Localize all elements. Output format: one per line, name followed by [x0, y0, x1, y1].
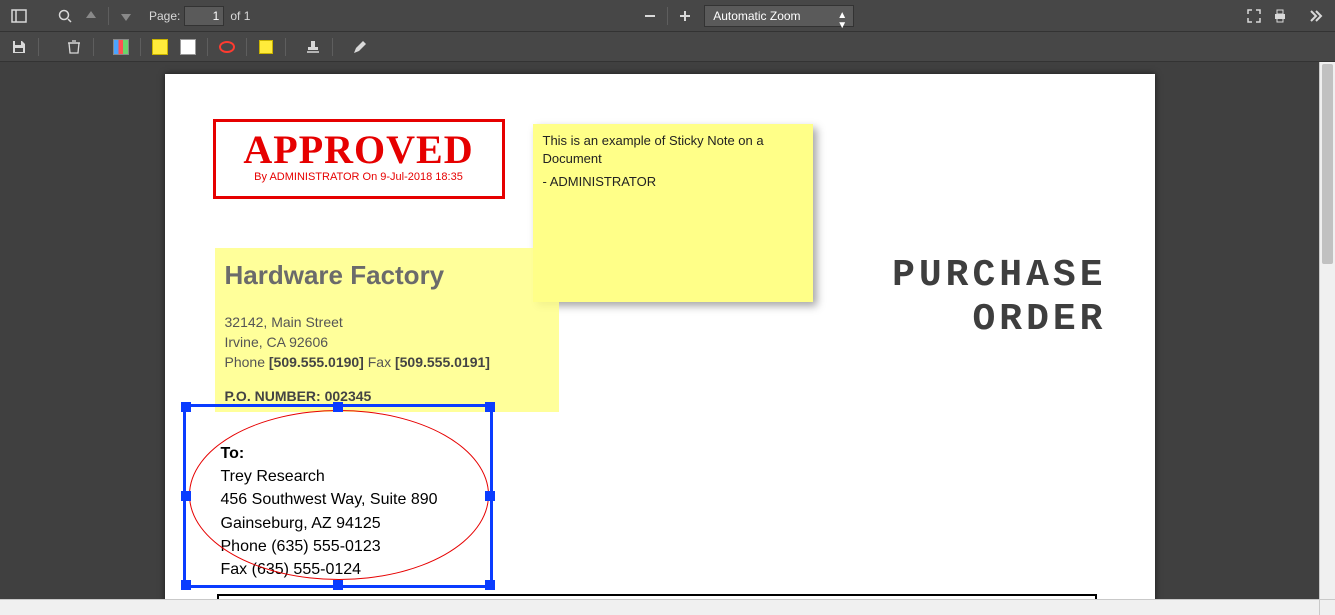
rectangle-icon — [180, 39, 196, 55]
print-icon — [1272, 8, 1288, 24]
separator — [246, 38, 247, 56]
highlight-icon — [152, 39, 168, 55]
trash-icon — [66, 39, 82, 55]
resize-handle-bl[interactable] — [181, 580, 191, 590]
phone-value: [509.555.0190] — [269, 354, 364, 370]
arrow-up-icon — [83, 8, 99, 24]
search-icon — [57, 8, 73, 24]
page-label: Page: — [149, 9, 180, 23]
annotation-selection-box[interactable] — [183, 404, 493, 588]
title-line-1: PURCHASE — [892, 254, 1106, 298]
separator — [38, 38, 39, 56]
separator — [140, 38, 141, 56]
sticky-note-tool-button[interactable] — [253, 35, 279, 59]
pdf-main-toolbar: Page: of 1 Automatic Zoom ▲▼ — [0, 0, 1335, 32]
ellipse-icon — [219, 41, 235, 53]
chevron-updown-icon: ▲▼ — [837, 11, 847, 31]
title-line-2: ORDER — [892, 298, 1106, 342]
resize-handle-tl[interactable] — [181, 402, 191, 412]
company-name: Hardware Factory — [225, 260, 490, 291]
resize-handle-tr[interactable] — [485, 402, 495, 412]
page-number-input[interactable] — [184, 6, 224, 26]
print-button[interactable] — [1267, 4, 1293, 28]
fullscreen-icon — [1246, 8, 1262, 24]
fax-label: Fax — [364, 354, 395, 370]
draw-tool-button[interactable] — [347, 35, 373, 59]
company-city: Irvine, CA 92606 — [225, 333, 490, 353]
sidebar-toggle-button[interactable] — [6, 4, 32, 28]
save-annotations-button[interactable] — [6, 35, 32, 59]
company-street: 32142, Main Street — [225, 313, 490, 333]
stamp-icon — [305, 39, 321, 55]
presentation-button[interactable] — [1241, 4, 1267, 28]
scrollbar-thumb[interactable] — [1322, 64, 1333, 264]
sticky-note-annotation[interactable]: This is an example of Sticky Note on a D… — [533, 124, 813, 302]
company-info: Hardware Factory 32142, Main Street Irvi… — [225, 260, 490, 404]
tools-menu-button[interactable] — [1303, 4, 1329, 28]
zoom-in-button[interactable] — [672, 4, 698, 28]
delete-annotation-button[interactable] — [61, 35, 87, 59]
zoom-out-button[interactable] — [637, 4, 663, 28]
resize-handle-br[interactable] — [485, 580, 495, 590]
document-title: PURCHASE ORDER — [892, 254, 1106, 341]
vertical-scrollbar[interactable] — [1319, 62, 1335, 599]
separator — [667, 7, 668, 25]
resize-handle-tm[interactable] — [333, 402, 343, 412]
search-button[interactable] — [52, 4, 78, 28]
save-icon — [11, 39, 27, 55]
resize-handle-mr[interactable] — [485, 491, 495, 501]
stamp-tool-button[interactable] — [300, 35, 326, 59]
sticky-note-icon — [259, 40, 273, 54]
page-total-label: of 1 — [230, 9, 250, 23]
color-palette-icon — [113, 39, 129, 55]
pdf-viewer[interactable]: APPROVED By ADMINISTRATOR On 9-Jul-2018 … — [0, 62, 1319, 615]
arrow-down-icon — [118, 8, 134, 24]
area-select-tool-button[interactable] — [175, 35, 201, 59]
sidebar-icon — [11, 8, 27, 24]
scrollbar-corner — [1319, 599, 1335, 615]
po-label: P.O. NUMBER: — [225, 388, 325, 404]
prev-page-button[interactable] — [78, 4, 104, 28]
pdf-annotation-toolbar — [0, 32, 1335, 62]
approved-stamp-annotation[interactable]: APPROVED By ADMINISTRATOR On 9-Jul-2018 … — [213, 119, 505, 199]
separator — [332, 38, 333, 56]
separator — [108, 7, 109, 25]
stamp-subtitle: By ADMINISTRATOR On 9-Jul-2018 18:35 — [216, 171, 502, 183]
sticky-note-text: This is an example of Sticky Note on a D… — [543, 132, 803, 167]
plus-icon — [677, 8, 693, 24]
pdf-page[interactable]: APPROVED By ADMINISTRATOR On 9-Jul-2018 … — [165, 74, 1155, 615]
horizontal-scrollbar[interactable] — [0, 599, 1319, 615]
highlight-tool-button[interactable] — [147, 35, 173, 59]
color-picker-button[interactable] — [108, 35, 134, 59]
minus-icon — [642, 8, 658, 24]
next-page-button[interactable] — [113, 4, 139, 28]
phone-label: Phone — [225, 354, 269, 370]
ellipse-tool-button[interactable] — [214, 35, 240, 59]
fax-value: [509.555.0191] — [395, 354, 490, 370]
sticky-note-author: - ADMINISTRATOR — [543, 173, 803, 191]
separator — [285, 38, 286, 56]
resize-handle-ml[interactable] — [181, 491, 191, 501]
zoom-select[interactable]: Automatic Zoom ▲▼ — [704, 5, 854, 27]
separator — [93, 38, 94, 56]
stamp-title: APPROVED — [216, 126, 502, 173]
separator — [207, 38, 208, 56]
chevron-double-right-icon — [1308, 8, 1324, 24]
pencil-icon — [352, 39, 368, 55]
resize-handle-bm[interactable] — [333, 580, 343, 590]
zoom-select-label: Automatic Zoom — [713, 9, 800, 23]
